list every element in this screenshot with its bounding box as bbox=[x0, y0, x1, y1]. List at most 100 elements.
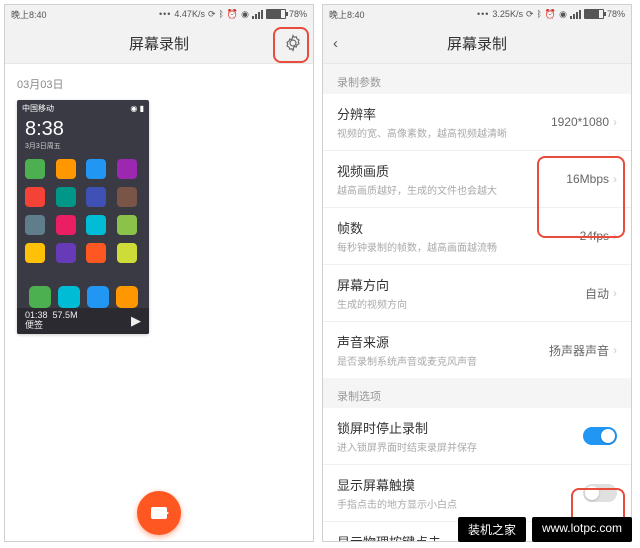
battery-percent: 78% bbox=[289, 9, 307, 19]
app-icon bbox=[56, 187, 76, 207]
more-dots: ••• bbox=[159, 9, 171, 19]
watermark-url: www.lotpc.com bbox=[532, 517, 632, 542]
battery-percent: 78% bbox=[607, 9, 625, 19]
row-value: 1920*1080 bbox=[551, 115, 609, 129]
gear-icon bbox=[284, 34, 302, 52]
back-button[interactable]: ‹ bbox=[333, 35, 338, 52]
row-desc: 手指点击的地方显示小白点 bbox=[337, 496, 457, 511]
battery-icon bbox=[584, 9, 604, 19]
section-options: 录制选项 bbox=[323, 378, 631, 408]
chevron-right-icon: › bbox=[613, 172, 617, 186]
app-icon bbox=[86, 159, 106, 179]
wifi-icon: ◉ bbox=[559, 9, 567, 20]
status-bar: 晚上8:40 ••• 4.47K/s ⟳ ᛒ ⏰ ◉ 78% bbox=[5, 5, 313, 23]
net-speed: 3.25K/s bbox=[492, 9, 523, 19]
camera-icon bbox=[151, 507, 167, 519]
app-icon bbox=[25, 243, 45, 263]
row-desc: 进入锁屏界面时结束录屏并保存 bbox=[337, 439, 477, 454]
row-desc: 视频的宽、高像素数，越高视频越清晰 bbox=[337, 125, 507, 140]
row-show-touch[interactable]: 显示屏幕触摸 手指点击的地方显示小白点 bbox=[323, 464, 631, 521]
row-desc: 越高画质越好，生成的文件也会越大 bbox=[337, 182, 497, 197]
chevron-right-icon: › bbox=[613, 286, 617, 300]
signal-icon bbox=[252, 10, 263, 19]
row-value: 自动 bbox=[585, 285, 609, 302]
more-dots: ••• bbox=[477, 9, 489, 19]
app-icon bbox=[86, 187, 106, 207]
watermark-brand: 装机之家 bbox=[458, 517, 526, 542]
app-icon bbox=[117, 243, 137, 263]
section-params: 录制参数 bbox=[323, 64, 631, 94]
app-icon bbox=[25, 215, 45, 235]
chevron-right-icon: › bbox=[613, 115, 617, 129]
row-orientation[interactable]: 屏幕方向 生成的视频方向 自动› bbox=[323, 264, 631, 321]
thumb-clock: 8:38 bbox=[17, 116, 149, 141]
recordings-list: 03月03日 中国移动◉ ▮ 8:38 3月3日周五 01:38 57.5M 便… bbox=[5, 64, 313, 541]
app-icon bbox=[117, 215, 137, 235]
phone-left: 晚上8:40 ••• 4.47K/s ⟳ ᛒ ⏰ ◉ 78% 屏幕录制 03月0… bbox=[4, 4, 314, 542]
row-label: 声音来源 bbox=[337, 332, 477, 351]
row-value: 扬声器声音 bbox=[549, 342, 609, 359]
phone-right: 晚上8:40 ••• 3.25K/s ⟳ ᛒ ⏰ ◉ 78% ‹ 屏幕录制 录制… bbox=[322, 4, 632, 542]
page-title: 屏幕录制 bbox=[447, 33, 507, 54]
thumb-dock bbox=[17, 286, 149, 308]
app-icon bbox=[56, 243, 76, 263]
bluetooth-icon: ᛒ bbox=[219, 9, 224, 19]
bluetooth-icon: ᛒ bbox=[537, 9, 542, 19]
chevron-right-icon: › bbox=[613, 343, 617, 357]
row-label: 视频画质 bbox=[337, 161, 497, 180]
video-size: 57.5M bbox=[53, 310, 78, 320]
row-label: 显示屏幕触摸 bbox=[337, 475, 457, 494]
row-desc: 每秒钟录制的帧数，越高画面越流畅 bbox=[337, 239, 497, 254]
status-time: 晚上8:40 bbox=[329, 8, 365, 21]
signal-icon bbox=[570, 10, 581, 19]
sync-icon: ⟳ bbox=[208, 9, 216, 20]
app-icon bbox=[56, 215, 76, 235]
watermark: 装机之家 www.lotpc.com bbox=[458, 517, 632, 542]
app-icon bbox=[117, 159, 137, 179]
record-fab[interactable] bbox=[137, 491, 181, 535]
row-label: 分辨率 bbox=[337, 104, 507, 123]
alarm-icon: ⏰ bbox=[227, 9, 238, 20]
play-icon[interactable]: ▶ bbox=[131, 313, 141, 329]
video-tag: 便签 bbox=[25, 321, 78, 331]
thumb-date: 3月3日周五 bbox=[17, 141, 149, 155]
toggle-show-touch[interactable] bbox=[583, 484, 617, 502]
app-icon bbox=[86, 243, 106, 263]
app-icon bbox=[25, 159, 45, 179]
row-value: 24fps bbox=[580, 229, 609, 243]
sync-icon: ⟳ bbox=[526, 9, 534, 20]
row-audio[interactable]: 声音来源 是否录制系统声音或麦克风声音 扬声器声音 › bbox=[323, 321, 631, 378]
battery-icon bbox=[266, 9, 286, 19]
row-lock-stop[interactable]: 锁屏时停止录制 进入锁屏界面时结束录屏并保存 bbox=[323, 408, 631, 464]
row-quality[interactable]: 视频画质 越高画质越好，生成的文件也会越大 16Mbps› bbox=[323, 150, 631, 207]
dock-app-icon bbox=[116, 286, 138, 308]
row-label: 帧数 bbox=[337, 218, 497, 237]
thumb-apps bbox=[17, 155, 149, 267]
row-fps[interactable]: 帧数 每秒钟录制的帧数，越高画面越流畅 24fps › bbox=[323, 207, 631, 264]
settings-body: 录制参数 分辨率 视频的宽、高像素数，越高视频越清晰 1920*1080 › 视频… bbox=[323, 64, 631, 541]
net-speed: 4.47K/s bbox=[174, 9, 205, 19]
recording-thumbnail[interactable]: 中国移动◉ ▮ 8:38 3月3日周五 01:38 57.5M 便签 ▶ bbox=[17, 100, 149, 334]
video-duration: 01:38 bbox=[25, 310, 48, 320]
header: ‹ 屏幕录制 bbox=[323, 23, 631, 64]
settings-button[interactable] bbox=[281, 31, 305, 55]
dock-app-icon bbox=[87, 286, 109, 308]
row-label: 锁屏时停止录制 bbox=[337, 418, 477, 437]
toggle-lock-stop[interactable] bbox=[583, 427, 617, 445]
dock-app-icon bbox=[58, 286, 80, 308]
status-time: 晚上8:40 bbox=[11, 8, 47, 21]
header: 屏幕录制 bbox=[5, 23, 313, 64]
chevron-right-icon: › bbox=[613, 229, 617, 243]
video-info-bar: 01:38 57.5M 便签 ▶ bbox=[17, 308, 149, 334]
app-icon bbox=[56, 159, 76, 179]
app-icon bbox=[86, 215, 106, 235]
dock-app-icon bbox=[29, 286, 51, 308]
page-title: 屏幕录制 bbox=[129, 33, 189, 54]
date-header: 03月03日 bbox=[17, 76, 301, 92]
row-resolution[interactable]: 分辨率 视频的宽、高像素数，越高视频越清晰 1920*1080 › bbox=[323, 94, 631, 150]
status-bar: 晚上8:40 ••• 3.25K/s ⟳ ᛒ ⏰ ◉ 78% bbox=[323, 5, 631, 23]
row-desc: 是否录制系统声音或麦克风声音 bbox=[337, 353, 477, 368]
app-icon bbox=[117, 187, 137, 207]
wifi-icon: ◉ bbox=[241, 9, 249, 20]
row-label: 屏幕方向 bbox=[337, 275, 407, 294]
